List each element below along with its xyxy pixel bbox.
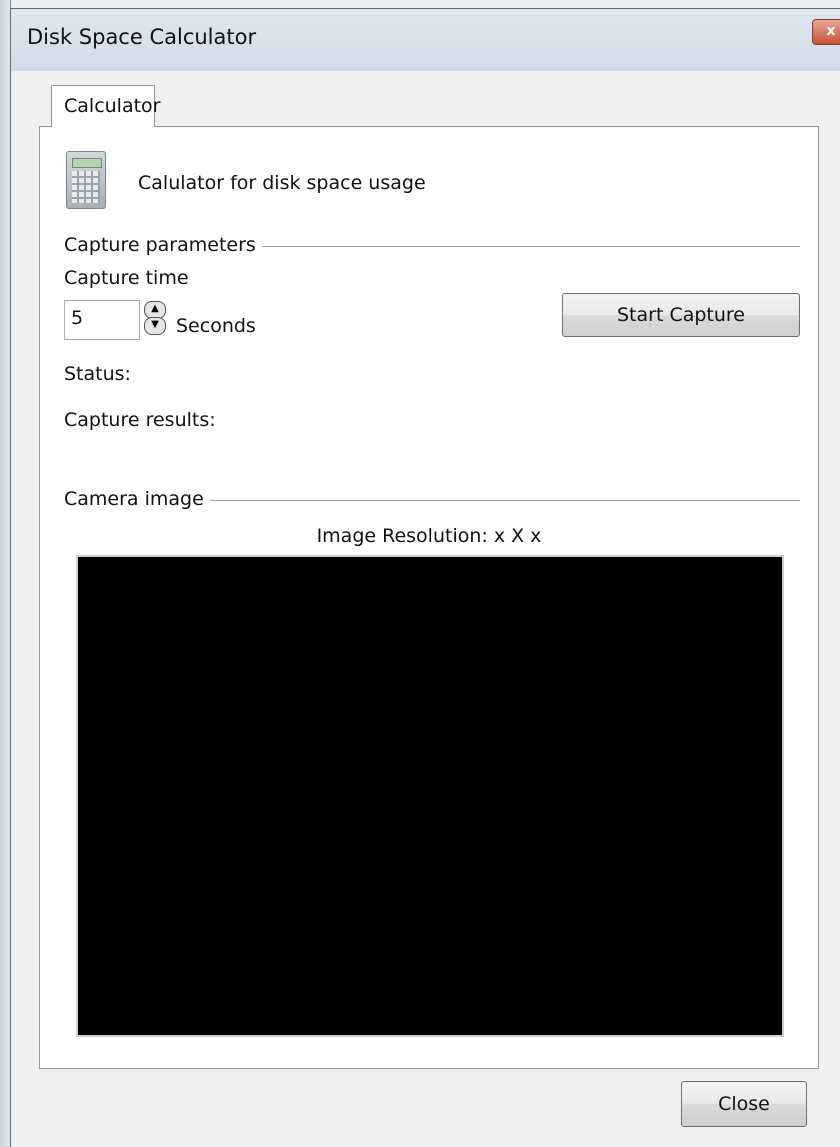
- tab-calculator[interactable]: Calculator: [51, 85, 160, 127]
- capture-time-input[interactable]: 5: [64, 300, 140, 340]
- status-label: Status:: [64, 363, 131, 385]
- camera-image-group-label: Camera image: [64, 488, 210, 510]
- image-resolution-text: Image Resolution: x X x: [316, 525, 542, 547]
- stepper-down-icon[interactable]: ▼: [144, 317, 166, 335]
- panel-description: Calulator for disk space usage: [138, 172, 426, 194]
- capture-parameters-group-label: Capture parameters: [64, 234, 262, 256]
- camera-image-view: [76, 555, 784, 1037]
- seconds-unit-label: Seconds: [176, 315, 256, 337]
- close-button[interactable]: Close: [681, 1081, 807, 1127]
- capture-results-label: Capture results:: [64, 409, 216, 431]
- window-title: Disk Space Calculator: [27, 25, 257, 49]
- close-icon: x: [826, 23, 836, 39]
- dialog-client-area: Calculator Calulator for disk space usag…: [17, 71, 840, 1147]
- calculator-icon: [66, 151, 106, 209]
- tab-calculator-label: Calculator: [64, 95, 161, 117]
- title-bar[interactable]: Disk Space Calculator x: [11, 9, 840, 71]
- window-close-button[interactable]: x: [812, 19, 840, 45]
- capture-time-label: Capture time: [64, 267, 189, 289]
- start-capture-button[interactable]: Start Capture: [562, 293, 800, 337]
- dialog-window: Disk Space Calculator x Calculator Calul…: [10, 8, 840, 1147]
- capture-time-stepper[interactable]: ▲ ▼: [144, 301, 166, 335]
- calculator-tab-panel: Calulator for disk space usage Capture p…: [39, 126, 819, 1069]
